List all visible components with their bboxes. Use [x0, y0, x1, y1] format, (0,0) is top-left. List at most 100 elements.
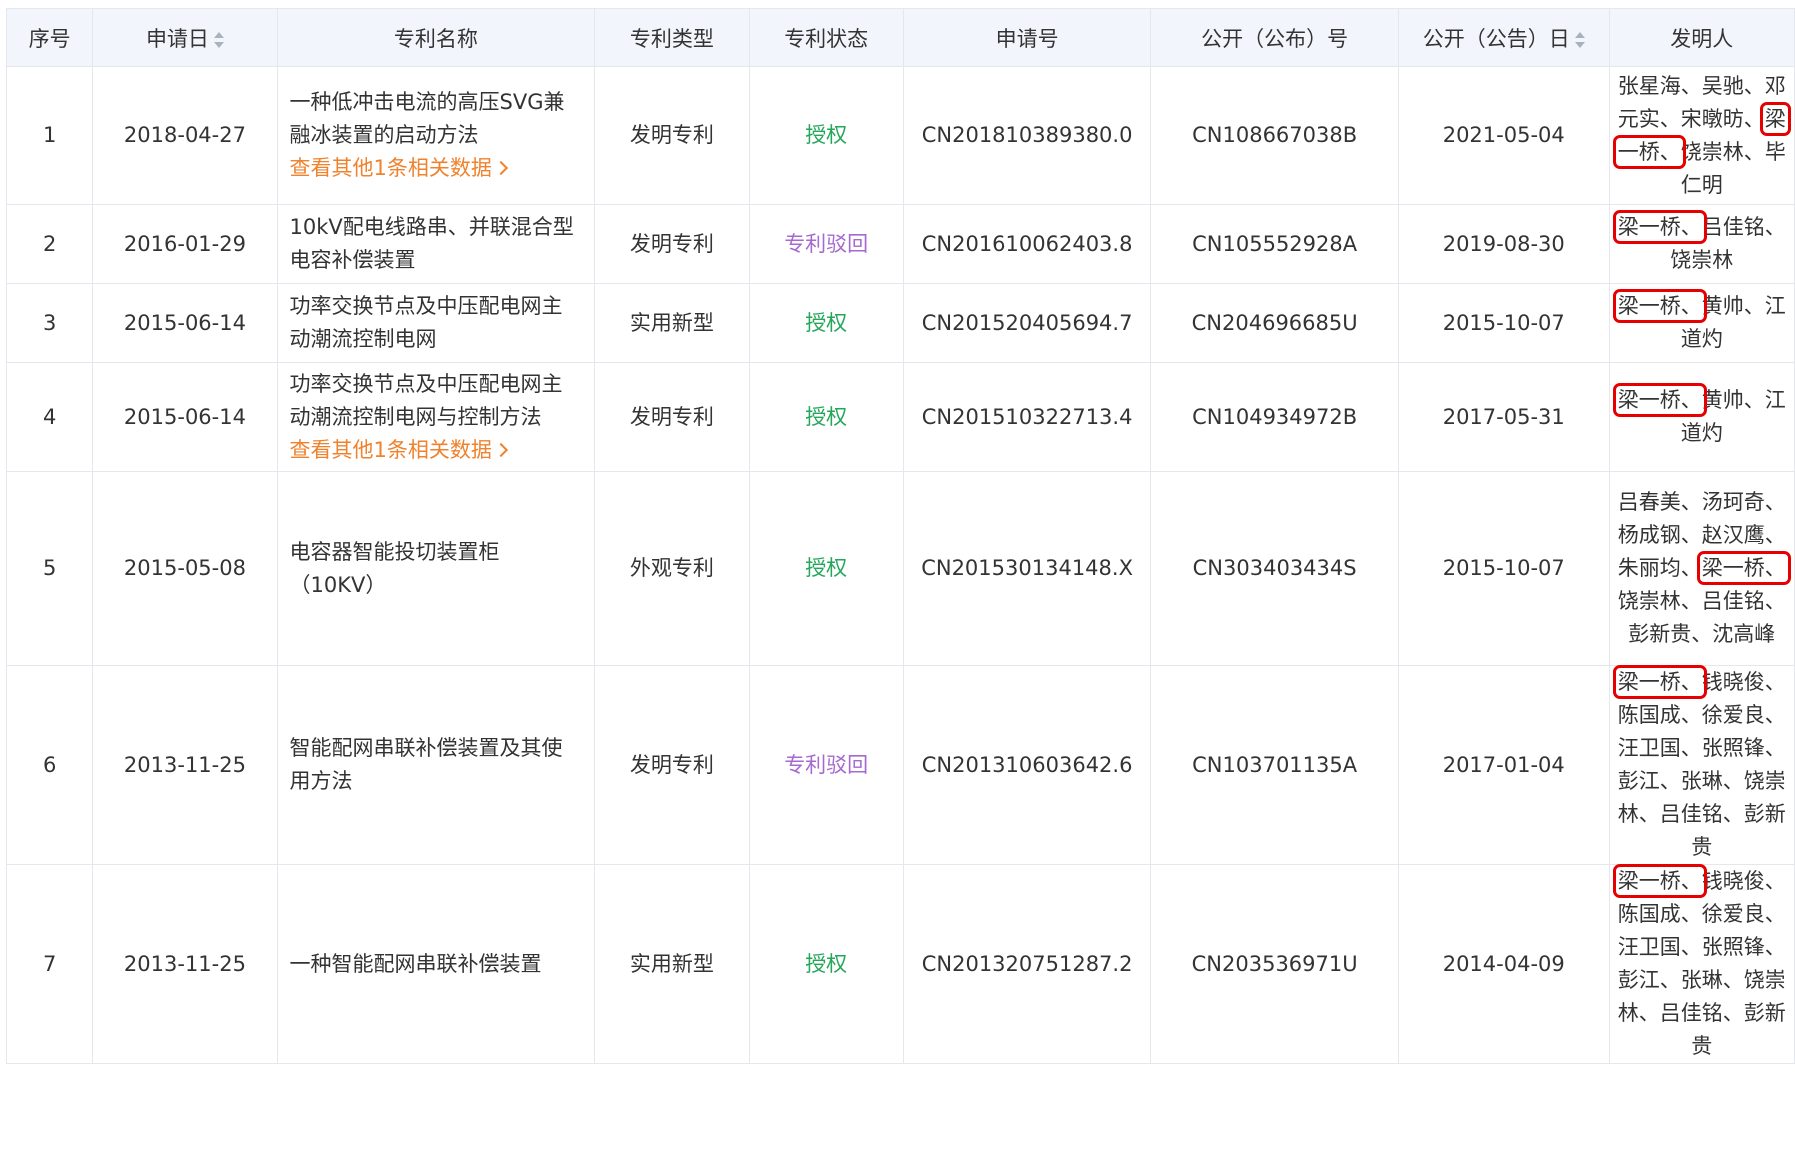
- publication-number: CN108667038B: [1192, 123, 1358, 147]
- publication-number: CN303403434S: [1192, 556, 1357, 580]
- application-number-cell: CN201510322713.4: [902, 362, 1152, 472]
- patent-type: 外观专利: [629, 556, 714, 580]
- publication-number-cell: CN108667038B: [1150, 66, 1399, 205]
- patent-status-cell: 授权: [748, 471, 904, 666]
- publication-number: CN104934972B: [1192, 404, 1358, 429]
- related-data-link-text: 查看其他1条相关数据: [289, 437, 492, 462]
- publication-date-cell: 2021-05-04: [1397, 66, 1610, 205]
- application-number-cell: CN201320751287.2: [902, 864, 1152, 1064]
- column-header: 公开（公布）号: [1150, 8, 1399, 67]
- patent-type: 发明专利: [629, 404, 714, 429]
- application-date-cell: 2015-06-14: [92, 362, 278, 472]
- patent-name[interactable]: 功率交换节点及中压配电网主动潮流控制电网: [290, 290, 583, 356]
- application-date: 2013-11-25: [123, 752, 246, 777]
- patent-name-cell: 一种智能配网串联补偿装置: [276, 864, 596, 1064]
- patent-status-cell: 授权: [748, 362, 904, 472]
- application-number-cell: CN201310603642.6: [902, 665, 1152, 865]
- patent-status: 授权: [805, 556, 848, 580]
- patent-type-cell: 发明专利: [594, 665, 750, 865]
- application-number: CN201510322713.4: [921, 404, 1133, 429]
- patent-status: 专利驳回: [784, 752, 869, 777]
- column-header-label: 公开（公告）日: [1422, 26, 1570, 51]
- inventors-after: 钱晓俊、陈国成、徐爱良、汪卫国、张照锋、彭江、张琳、饶崇林、吕佳铭、彭新贵: [1617, 670, 1786, 859]
- column-header-label: 申请号: [995, 26, 1059, 51]
- application-date: 2016-01-29: [123, 231, 246, 256]
- patent-status-cell: 授权: [748, 66, 904, 205]
- patent-name-cell: 电容器智能投切装置柜（10KV）: [276, 471, 596, 666]
- chevron-right-icon: [493, 442, 508, 457]
- table-row: 5 2015-05-08 电容器智能投切装置柜（10KV） 外观专利 授权 CN…: [5, 471, 1795, 666]
- inventors: 梁一桥、黄帅、江道灼: [1612, 383, 1786, 450]
- application-number-cell: CN201610062403.8: [902, 204, 1152, 284]
- publication-date: 2017-05-31: [1442, 404, 1565, 429]
- inventors-after: 钱晓俊、陈国成、徐爱良、汪卫国、张照锋、彭江、张琳、饶崇林、吕佳铭、彭新贵: [1617, 869, 1786, 1058]
- patent-name[interactable]: 一种低冲击电流的高压SVG兼融冰装置的启动方法: [290, 86, 583, 152]
- row-number: 6: [42, 752, 57, 777]
- sort-icon[interactable]: [1574, 31, 1585, 48]
- table-header-row: 序号 申请日 专利名称 专利类型 专利状态 申请号 公开（公布）号 公开（公告）日 发明人: [5, 8, 1795, 67]
- patent-table: 序号 申请日 专利名称 专利类型 专利状态 申请号 公开（公布）号 公开（公告）日 发明人 1 …: [5, 8, 1795, 1064]
- publication-date-cell: 2015-10-07: [1397, 471, 1610, 666]
- publication-date: 2017-01-04: [1442, 752, 1565, 777]
- publication-number-cell: CN303403434S: [1150, 471, 1399, 666]
- column-header-label: 序号: [28, 26, 71, 51]
- patent-status: 专利驳回: [784, 231, 869, 256]
- patent-name[interactable]: 电容器智能投切装置柜（10KV）: [290, 536, 583, 602]
- application-number-cell: CN201810389380.0: [902, 66, 1152, 205]
- column-header: 序号: [5, 8, 94, 67]
- application-date-cell: 2015-06-14: [92, 283, 278, 363]
- patent-type: 实用新型: [629, 310, 714, 335]
- column-header: 申请号: [902, 8, 1152, 67]
- table-row: 2 2016-01-29 10kV配电线路串、并联混合型电容补偿装置 发明专利 …: [5, 204, 1795, 284]
- row-number: 7: [42, 951, 57, 976]
- inventors: 张星海、吴驰、邓元实、宋暾昉、梁一桥、饶崇林、毕仁明: [1612, 70, 1791, 202]
- publication-number-cell: CN105552928A: [1150, 204, 1399, 284]
- publication-number-cell: CN104934972B: [1150, 362, 1399, 472]
- publication-date: 2015-10-07: [1442, 556, 1565, 580]
- patent-name[interactable]: 功率交换节点及中压配电网主动潮流控制电网与控制方法: [290, 368, 583, 434]
- publication-date-cell: 2014-04-09: [1397, 864, 1610, 1064]
- table-row: 3 2015-06-14 功率交换节点及中压配电网主动潮流控制电网 实用新型 授…: [5, 283, 1795, 363]
- column-header[interactable]: 申请日: [92, 8, 278, 67]
- inventors-before: 张星海、吴驰、邓元实、宋暾昉、: [1617, 73, 1786, 131]
- publication-number-cell: CN203536971U: [1150, 864, 1399, 1064]
- application-date-cell: 2018-04-27: [92, 66, 278, 205]
- publication-date-cell: 2017-05-31: [1397, 362, 1610, 472]
- inventors-cell: 吕春美、汤珂奇、杨成钢、赵汉鹰、朱丽均、梁一桥、饶崇林、吕佳铭、彭新贵、沈高峰: [1608, 471, 1795, 666]
- column-header-label: 专利状态: [784, 26, 869, 51]
- inventors-cell: 梁一桥、吕佳铭、饶崇林: [1608, 204, 1795, 284]
- patent-name[interactable]: 智能配网串联补偿装置及其使用方法: [290, 732, 583, 798]
- application-date: 2018-04-27: [123, 123, 246, 147]
- patent-name-cell: 功率交换节点及中压配电网主动潮流控制电网与控制方法 查看其他1条相关数据: [276, 362, 596, 472]
- row-number: 2: [42, 231, 57, 256]
- application-date-cell: 2015-05-08: [92, 471, 278, 666]
- column-header: 专利类型: [594, 8, 750, 67]
- related-data-link[interactable]: 查看其他1条相关数据: [290, 152, 583, 185]
- application-number: CN201610062403.8: [921, 231, 1133, 256]
- inventors-cell: 梁一桥、钱晓俊、陈国成、徐爱良、汪卫国、张照锋、彭江、张琳、饶崇林、吕佳铭、彭新…: [1608, 665, 1795, 865]
- patent-type-cell: 发明专利: [594, 362, 750, 472]
- publication-date: 2021-05-04: [1442, 123, 1565, 147]
- inventors: 梁一桥、吕佳铭、饶崇林: [1612, 210, 1786, 277]
- application-number: CN201320751287.2: [921, 951, 1133, 976]
- highlighted-inventor-box: 梁一桥、: [1612, 383, 1707, 417]
- highlighted-inventor-box: 梁一桥、: [1612, 210, 1707, 244]
- patent-name-cell: 10kV配电线路串、并联混合型电容补偿装置: [276, 204, 596, 284]
- patent-status: 授权: [805, 404, 848, 429]
- publication-number-cell: CN204696685U: [1150, 283, 1399, 363]
- table-row: 7 2013-11-25 一种智能配网串联补偿装置 实用新型 授权 CN2013…: [5, 864, 1795, 1064]
- application-date-cell: 2013-11-25: [92, 864, 278, 1064]
- row-number: 3: [42, 310, 57, 335]
- publication-date: 2015-10-07: [1442, 310, 1565, 335]
- highlighted-inventor-box: 梁一桥、: [1612, 665, 1707, 699]
- related-data-link[interactable]: 查看其他1条相关数据: [290, 434, 583, 467]
- sort-icon[interactable]: [213, 31, 224, 48]
- column-header[interactable]: 公开（公告）日: [1397, 8, 1610, 67]
- patent-name[interactable]: 10kV配电线路串、并联混合型电容补偿装置: [290, 211, 583, 277]
- table-row: 4 2015-06-14 功率交换节点及中压配电网主动潮流控制电网与控制方法 查…: [5, 362, 1795, 472]
- patent-name[interactable]: 一种智能配网串联补偿装置: [290, 948, 583, 981]
- inventors-after: 饶崇林、毕仁明: [1680, 139, 1786, 197]
- highlighted-inventor-box: 梁一桥、: [1696, 551, 1791, 585]
- application-date-cell: 2016-01-29: [92, 204, 278, 284]
- application-number: CN201810389380.0: [921, 123, 1133, 147]
